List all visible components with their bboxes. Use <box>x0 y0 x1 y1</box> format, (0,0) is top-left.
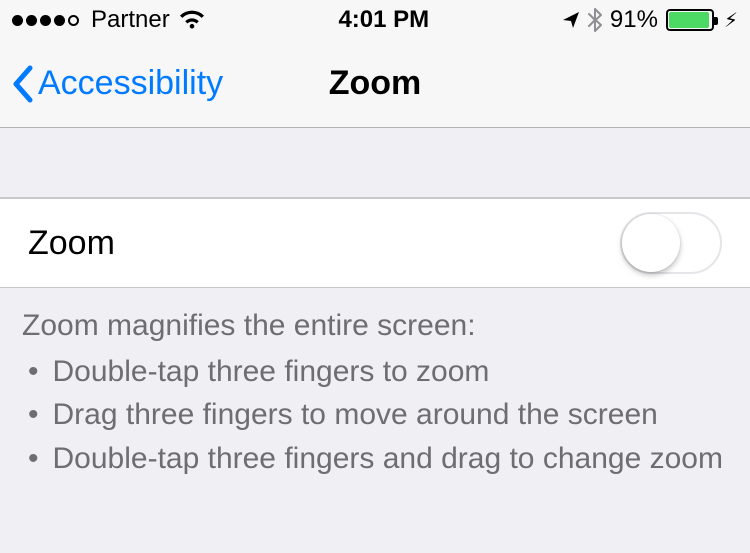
chevron-left-icon <box>10 65 34 103</box>
battery-fill <box>669 12 709 28</box>
footer-bullet: Drag three fingers to move around the sc… <box>22 393 728 437</box>
battery-icon <box>666 9 714 31</box>
footer-heading: Zoom magnifies the entire screen: <box>22 304 728 348</box>
carrier-label: Partner <box>91 6 170 34</box>
bluetooth-icon <box>588 8 602 32</box>
footer-bullet: Double-tap three fingers and drag to cha… <box>22 437 728 481</box>
wifi-icon <box>178 10 206 30</box>
zoom-cell: Zoom <box>0 198 750 288</box>
toggle-knob <box>622 214 680 272</box>
back-label: Accessibility <box>38 64 223 103</box>
status-bar: Partner 4:01 PM 91% ⚡︎ <box>0 0 750 40</box>
zoom-toggle[interactable] <box>620 212 722 274</box>
footer-bullet-list: Double-tap three fingers to zoom Drag th… <box>22 350 728 481</box>
status-left: Partner <box>12 6 206 34</box>
charging-icon: ⚡︎ <box>724 8 738 33</box>
cellular-signal-icon <box>12 15 79 26</box>
zoom-label: Zoom <box>28 224 115 263</box>
footer-help-text: Zoom magnifies the entire screen: Double… <box>0 288 750 480</box>
status-right: 91% ⚡︎ <box>562 6 738 34</box>
section-spacer <box>0 128 750 198</box>
back-button[interactable]: Accessibility <box>0 64 223 103</box>
battery-percentage: 91% <box>610 6 658 34</box>
status-time: 4:01 PM <box>338 6 429 34</box>
location-icon <box>562 11 580 29</box>
footer-bullet: Double-tap three fingers to zoom <box>22 350 728 394</box>
nav-bar: Accessibility Zoom <box>0 40 750 128</box>
